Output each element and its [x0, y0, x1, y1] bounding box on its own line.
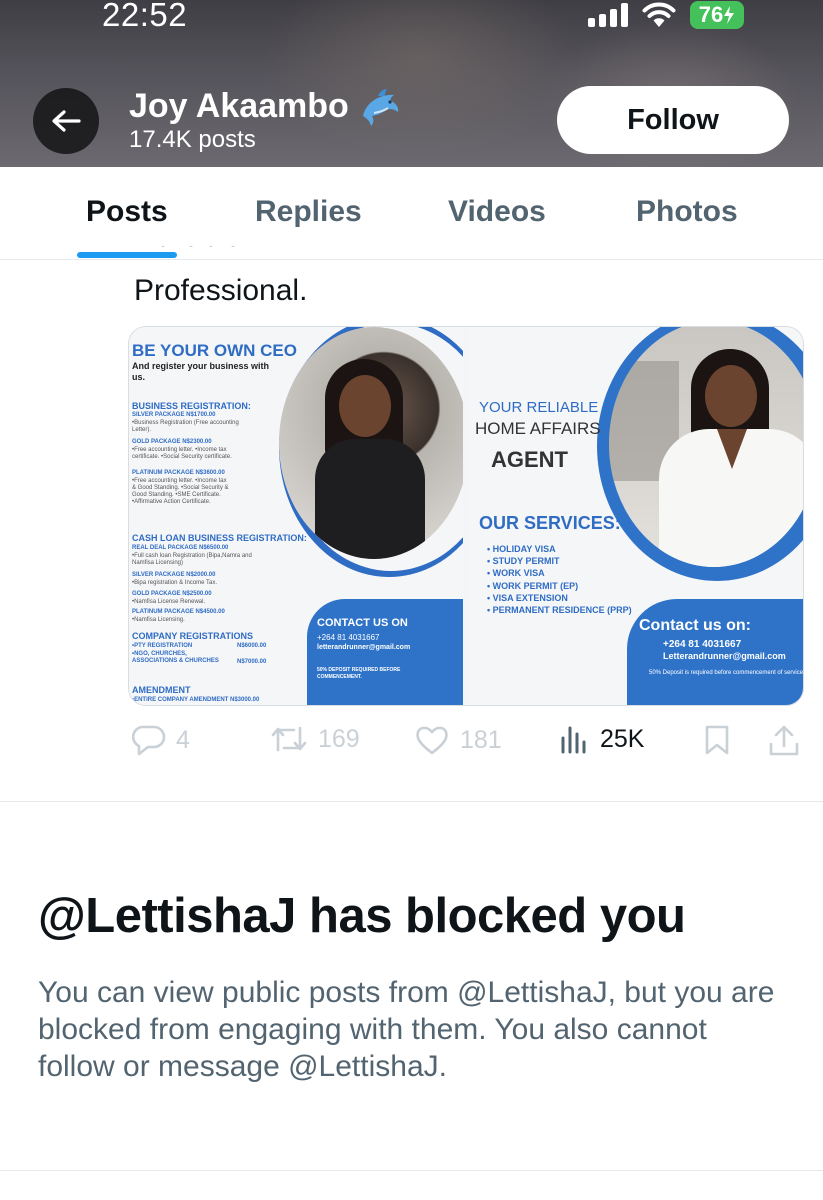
- dolphin-icon: [363, 89, 399, 126]
- flyer-line1: YOUR RELIABLE: [479, 399, 599, 416]
- post-text: Professional.: [134, 274, 308, 307]
- header-background: [260, 0, 580, 160]
- post-actions: 4 169 181 25K: [0, 724, 823, 764]
- flyer-package: SILVER PACKAGE N$1700.00: [132, 412, 216, 418]
- divider: [0, 801, 823, 802]
- profile-name: Joy Akaambo: [129, 87, 349, 125]
- flyer-package: SILVER PACKAGE N$2000.00: [132, 572, 216, 578]
- tab-videos[interactable]: Videos: [448, 195, 546, 229]
- flyer-price: N$6000.00: [237, 643, 267, 649]
- flyer-package-items: •Full cash loan Registration (Bipa,Namra…: [132, 553, 252, 566]
- flyer-service-item: • VISA EXTENSION: [487, 592, 568, 603]
- flyer-section-cash-loan: CASH LOAN BUSINESS REGISTRATION:: [132, 533, 307, 543]
- flyer-package-items: •Free accounting letter. •Income tax & G…: [132, 478, 229, 505]
- arrow-left-icon: [52, 110, 81, 132]
- share-button[interactable]: [767, 724, 801, 758]
- flyer-package: REAL DEAL PACKAGE N$6500.00: [132, 545, 229, 551]
- status-icons: 76: [588, 0, 744, 30]
- reply-button[interactable]: 4: [132, 724, 190, 756]
- photo-woman-black-blouse: [279, 327, 463, 559]
- view-count: 25K: [600, 724, 645, 753]
- tab-posts[interactable]: Posts: [86, 195, 168, 229]
- flyer-service-item: • WORK PERMIT (EP): [487, 580, 579, 591]
- heart-icon: [416, 726, 448, 755]
- flyer-services-title: OUR SERVICES:: [479, 513, 621, 533]
- flyer-services-list: • HOLIDAY VISA • STUDY PERMIT • WORK VIS…: [487, 543, 632, 616]
- analytics-icon: [561, 726, 586, 754]
- divider: [0, 1170, 823, 1171]
- post-text-partial: Reliable: [133, 246, 253, 260]
- bookmark-button[interactable]: [703, 724, 731, 756]
- status-time: 22:52: [102, 0, 188, 33]
- flyer-title: BE YOUR OWN CEO: [132, 341, 297, 360]
- follow-button[interactable]: Follow: [557, 86, 789, 154]
- profile-header: 22:52 76 Joy Akaambo 17.4K posts Follow: [0, 0, 823, 167]
- battery-level: 76: [698, 2, 724, 27]
- repost-count: 169: [318, 724, 360, 753]
- flyer-service-item: • WORK VISA: [487, 568, 545, 579]
- flyer-package-items: •Free accounting letter. •Income tax cer…: [132, 447, 232, 460]
- flyer-package: GOLD PACKAGE N$2500.00: [132, 591, 212, 597]
- reply-icon: [132, 725, 166, 756]
- share-icon: [769, 725, 799, 756]
- flyer-line2: HOME AFFAIRS: [475, 419, 601, 438]
- reply-count: 4: [176, 725, 190, 754]
- flyer-package: •PTY REGISTRATION: [132, 643, 193, 649]
- wifi-icon: [642, 2, 676, 27]
- flyer-package: GOLD PACKAGE N$2300.00: [132, 439, 212, 445]
- post-count: 17.4K posts: [129, 126, 256, 153]
- flyer-package-items: •Business Registration (Free accounting …: [132, 420, 239, 433]
- post-image[interactable]: BE YOUR OWN CEO And register your busine…: [128, 326, 804, 706]
- flyer-package: •ENTIRE COMPANY AMENDMENT N$3000.00: [132, 697, 260, 703]
- battery-indicator: 76: [690, 1, 744, 29]
- back-button[interactable]: [33, 88, 99, 154]
- flyer-package: PLATINUM PACKAGE N$3600.00: [132, 470, 225, 476]
- cellular-signal-icon: [588, 3, 628, 27]
- repost-icon: [271, 726, 307, 752]
- flyer-section-business: BUSINESS REGISTRATION:: [132, 401, 251, 411]
- tab-photos[interactable]: Photos: [636, 195, 738, 229]
- repost-button[interactable]: 169: [270, 724, 360, 754]
- flyer-line3: AGENT: [491, 447, 568, 472]
- flyer-package-items: •Namfisa License Renewal.: [132, 599, 206, 605]
- charging-bolt-icon: [724, 6, 735, 24]
- bookmark-icon: [705, 725, 729, 755]
- blocked-title: @LettishaJ has blocked you: [38, 889, 686, 943]
- like-count: 181: [460, 725, 502, 754]
- flyer-service-item: • HOLIDAY VISA: [487, 544, 556, 554]
- views-button[interactable]: 25K: [560, 724, 644, 754]
- blocked-description: You can view public posts from @Lettisha…: [38, 976, 775, 1083]
- like-button[interactable]: 181: [414, 724, 502, 756]
- flyer-package-items: •Namfisa Licensing.: [132, 617, 185, 623]
- tab-replies[interactable]: Replies: [255, 195, 362, 229]
- flyer-business-registration: BE YOUR OWN CEO And register your busine…: [129, 327, 463, 705]
- flyer-service-item: • STUDY PERMIT: [487, 556, 560, 567]
- flyer-package: PLATINUM PACKAGE N$4500.00: [132, 609, 225, 615]
- profile-tabs: Posts Replies Videos Photos: [0, 167, 823, 260]
- flyer-section-amendment: AMENDMENT: [132, 685, 191, 695]
- flyer-package-items: •Bipa registration & Income Tax.: [132, 580, 218, 586]
- flyer-price: N$7000.00: [237, 659, 267, 665]
- flyer-section-company: COMPANY REGISTRATIONS: [132, 631, 254, 641]
- flyer-contact-box: Contact us on: +264 81 4031667 Letterand…: [627, 599, 803, 705]
- flyer-home-affairs: YOUR RELIABLE HOME AFFAIRS AGENT OUR SER…: [467, 327, 803, 705]
- flyer-package: •NGO, CHURCHES, ASSOCIATIONS & CHURCHES: [132, 651, 219, 664]
- flyer-subtitle: And register your business with us.: [132, 361, 270, 382]
- flyer-contact-box: CONTACT US ON +264 81 4031667 letterandr…: [307, 599, 463, 705]
- flyer-service-item: • PERMANENT RESIDENCE (PRP): [487, 605, 632, 616]
